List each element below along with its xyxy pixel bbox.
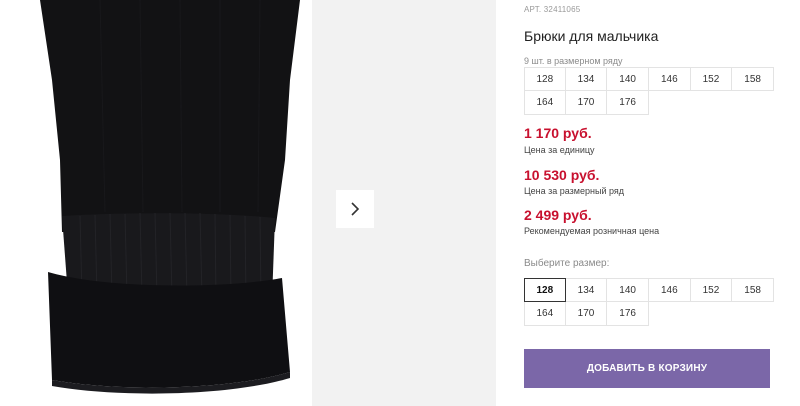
row-price-label: Цена за размерный ряд (524, 186, 625, 196)
size-option[interactable]: 134 (565, 278, 608, 302)
pack-size-cell: 146 (648, 67, 691, 91)
trouser-leg-image (40, 0, 300, 394)
retail-price-label: Рекомендуемая розничная цена (524, 226, 660, 236)
add-to-cart-button[interactable]: ДОБАВИТЬ В КОРЗИНУ (524, 349, 770, 388)
pack-size-cell: 128 (524, 67, 566, 91)
size-option[interactable]: 170 (565, 302, 608, 326)
product-photo[interactable] (0, 0, 312, 406)
article-number: АРТ. 32411065 (524, 5, 580, 14)
article-value: 32411065 (543, 5, 581, 14)
size-option[interactable]: 164 (524, 302, 566, 326)
size-option[interactable]: 158 (732, 278, 774, 302)
pack-size-cell: 164 (524, 91, 566, 115)
unit-price-label: Цена за единицу (524, 145, 595, 155)
article-label: АРТ. (524, 5, 542, 14)
size-option[interactable]: 140 (607, 278, 649, 302)
row-price: 10 530 руб. (524, 167, 600, 183)
pack-size-cell: 140 (607, 67, 649, 91)
size-option[interactable]: 176 (607, 302, 649, 326)
chevron-right-icon (351, 202, 360, 216)
pack-size-cell: 152 (690, 67, 733, 91)
size-selector-grid: 128 134 140 146 152 158 164 170 176 (524, 278, 774, 326)
next-image-button[interactable] (336, 190, 374, 228)
retail-price: 2 499 руб. (524, 207, 592, 223)
pack-size-cell: 176 (607, 91, 649, 115)
product-gallery (0, 0, 496, 406)
unit-price: 1 170 руб. (524, 125, 592, 141)
pack-size-grid: 128 134 140 146 152 158 164 170 176 (524, 67, 774, 115)
size-option[interactable]: 152 (690, 278, 733, 302)
pack-note: 9 шт. в размерном ряду (524, 56, 623, 66)
product-title: Брюки для мальчика (524, 28, 659, 44)
pack-size-cell: 134 (565, 67, 608, 91)
size-option-selected[interactable]: 128 (524, 278, 566, 302)
pack-size-cell: 158 (732, 67, 774, 91)
size-selector-label: Выберите размер: (524, 258, 610, 269)
pack-size-cell: 170 (565, 91, 608, 115)
size-option[interactable]: 146 (648, 278, 691, 302)
